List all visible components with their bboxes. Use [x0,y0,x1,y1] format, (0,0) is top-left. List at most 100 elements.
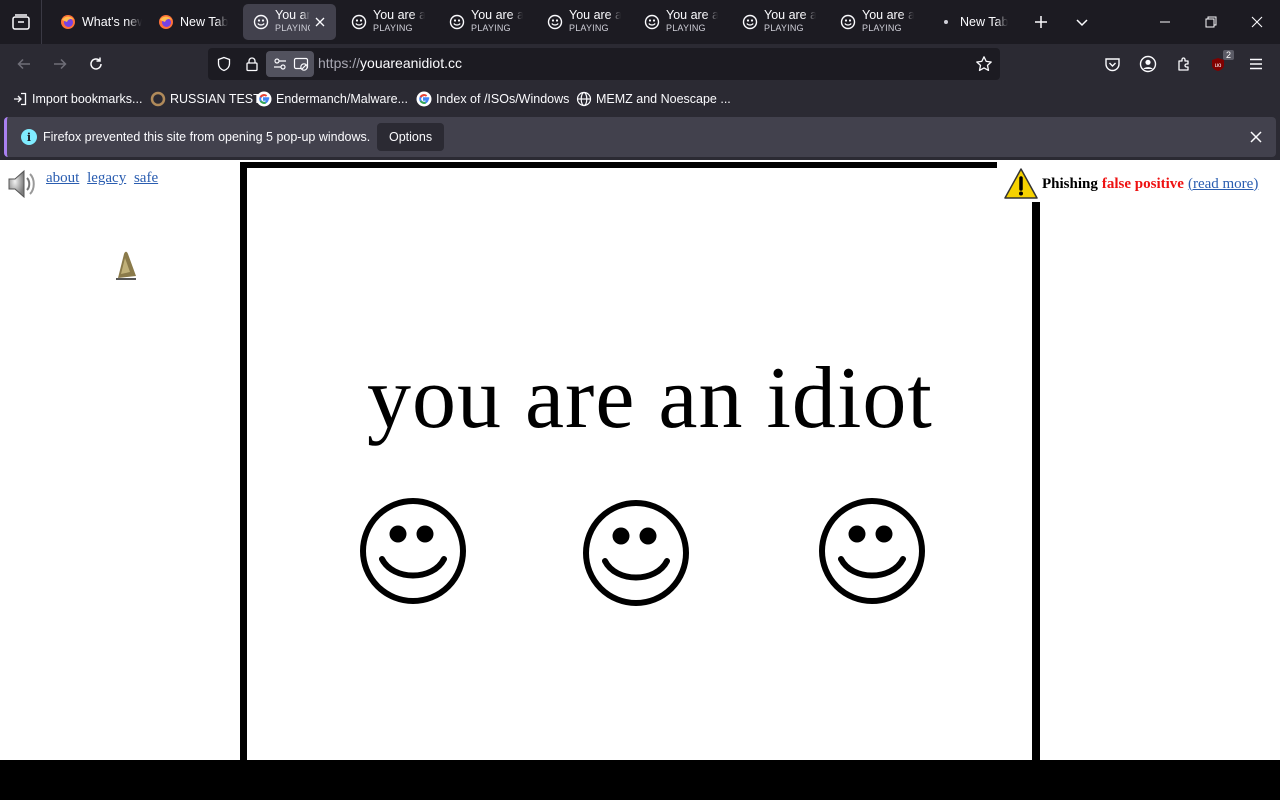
tab-title: You are an idiot [862,9,914,22]
tab-title: You are an idiot [275,9,310,22]
ublock-badge: 2 [1222,50,1234,60]
url-bar[interactable]: https://youareanidiot.cc [208,48,1000,80]
tab-title: You are an idiot [764,9,816,22]
smiley-icon [644,14,660,30]
tab-title: You are an idiot [666,9,718,22]
smiley-face-icon [583,500,689,606]
safe-link[interactable]: safe [134,170,158,186]
about-link[interactable]: about [46,170,79,186]
tab-playing-label: PLAYING [275,23,310,33]
ublock-origin-button[interactable]: uo 2 [1204,48,1236,80]
tab-new-tab[interactable]: New Tab [148,4,238,40]
options-button[interactable]: Options [377,123,445,151]
extensions-button[interactable] [1168,48,1200,80]
tab-you-are-an-idiot-active[interactable]: You are an idiotPLAYING [243,4,336,40]
reload-icon [90,57,102,70]
tab-strip: What's new New Tab You are an idiotPLAYI… [0,0,1280,44]
bookmark-import[interactable]: Import bookmarks... [12,90,142,108]
tab-you-are-an-idiot[interactable]: You are an idiotPLAYING [439,4,531,40]
tab-title: You are an idiot [569,9,621,22]
bottom-black-bar [0,760,1280,800]
tab-title: What's new [82,15,142,29]
read-more-link[interactable]: (read more) [1188,176,1258,193]
bookmark-isos-windows[interactable]: Index of /ISOs/Windows [416,90,569,108]
app-menu-button[interactable] [1240,48,1272,80]
puzzle-icon [1177,56,1189,71]
tab-playing-label: PLAYING [862,23,902,33]
firefox-icon [158,14,174,30]
minimize-button[interactable] [1142,0,1188,44]
bookmark-star-icon[interactable] [972,52,996,76]
bookmark-memz-noescape[interactable]: MEMZ and Noescape ... [576,90,731,108]
plus-icon [1035,16,1047,28]
dot-icon [938,14,954,30]
site-permissions-button[interactable] [266,51,314,77]
google-icon [256,91,272,107]
restore-button[interactable] [1188,0,1234,44]
autoplay-blocked-icon [293,57,308,71]
firefox-view-button[interactable] [0,0,42,44]
url-text[interactable]: https://youareanidiot.cc [318,55,462,71]
bookmark-russian-test[interactable]: RUSSIAN TEST [150,90,261,108]
pocket-button[interactable] [1096,48,1128,80]
arrow-right-icon [54,58,67,70]
bookmark-endermanch-malware[interactable]: Endermanch/Malware... [256,90,408,108]
smiley-face-icon [819,498,925,604]
account-button[interactable] [1132,48,1164,80]
close-notification-icon[interactable] [1248,129,1264,145]
headline-text: you are an idiot [367,350,933,447]
tab-new-tab[interactable]: New Tab [928,4,1018,40]
smiley-icon [547,14,563,30]
account-icon [1139,55,1157,73]
legacy-link[interactable]: legacy [87,170,126,186]
smiley-icon [742,14,758,30]
tab-you-are-an-idiot[interactable]: You are an idiotPLAYING [341,4,433,40]
tab-you-are-an-idiot[interactable]: You are an idiotPLAYING [634,4,726,40]
tab-you-are-an-idiot[interactable]: You are an idiotPLAYING [732,4,824,40]
back-button[interactable] [8,48,40,80]
idiot-popup-frame: you are an idiot [240,162,1040,760]
list-all-tabs-button[interactable] [1060,0,1104,44]
phishing-notice: Phishing false positive (read more) [1004,166,1259,202]
close-window-button[interactable] [1234,0,1280,44]
chevron-down-icon [1076,19,1088,27]
tracking-protection-shield-icon[interactable] [212,52,236,76]
info-icon: i [21,129,37,145]
tab-playing-label: PLAYING [764,23,804,33]
globe-icon [576,91,592,107]
lock-icon[interactable] [240,52,264,76]
new-tab-button[interactable] [1019,0,1063,44]
restore-icon [1205,16,1217,28]
phishing-label: Phishing [1042,175,1098,192]
svg-text:uo: uo [1215,63,1222,69]
false-positive-label: false positive [1101,175,1184,192]
tab-playing-label: PLAYING [471,23,511,33]
tab-whats-new[interactable]: What's new [50,4,142,40]
notification-message: Firefox prevented this site from opening… [43,130,371,144]
close-tab-icon[interactable] [312,14,328,30]
web-page-content: about legacy safe you are an idiot Phish… [0,160,1280,760]
tab-title: New Tab [960,15,1009,29]
import-icon [12,91,28,107]
tab-title: You are an idiot [471,9,523,22]
tab-you-are-an-idiot[interactable]: You are an idiotPLAYING [537,4,629,40]
tab-playing-label: PLAYING [666,23,706,33]
url-host: youareanidiot.cc [360,55,462,71]
bookmark-label: Import bookmarks... [32,92,143,106]
arrow-left-icon [17,58,30,70]
site-icon [150,91,166,107]
notification: i Firefox prevented this site from openi… [4,117,1276,157]
url-protocol: https:// [318,55,361,71]
speaker-icon[interactable] [5,167,39,201]
tab-playing-label: PLAYING [373,23,413,33]
small-tree-image [116,251,136,280]
google-icon [416,91,432,107]
smiley-face-icon [360,498,466,604]
bookmark-label: Index of /ISOs/Windows [436,92,570,106]
tab-you-are-an-idiot[interactable]: You are an idiotPLAYING [830,4,922,40]
pocket-icon [1104,57,1120,71]
navigation-toolbar: https://youareanidiot.cc uo 2 [0,44,1280,84]
reload-button[interactable] [80,48,112,80]
forward-button[interactable] [44,48,76,80]
permissions-icon [273,58,286,70]
